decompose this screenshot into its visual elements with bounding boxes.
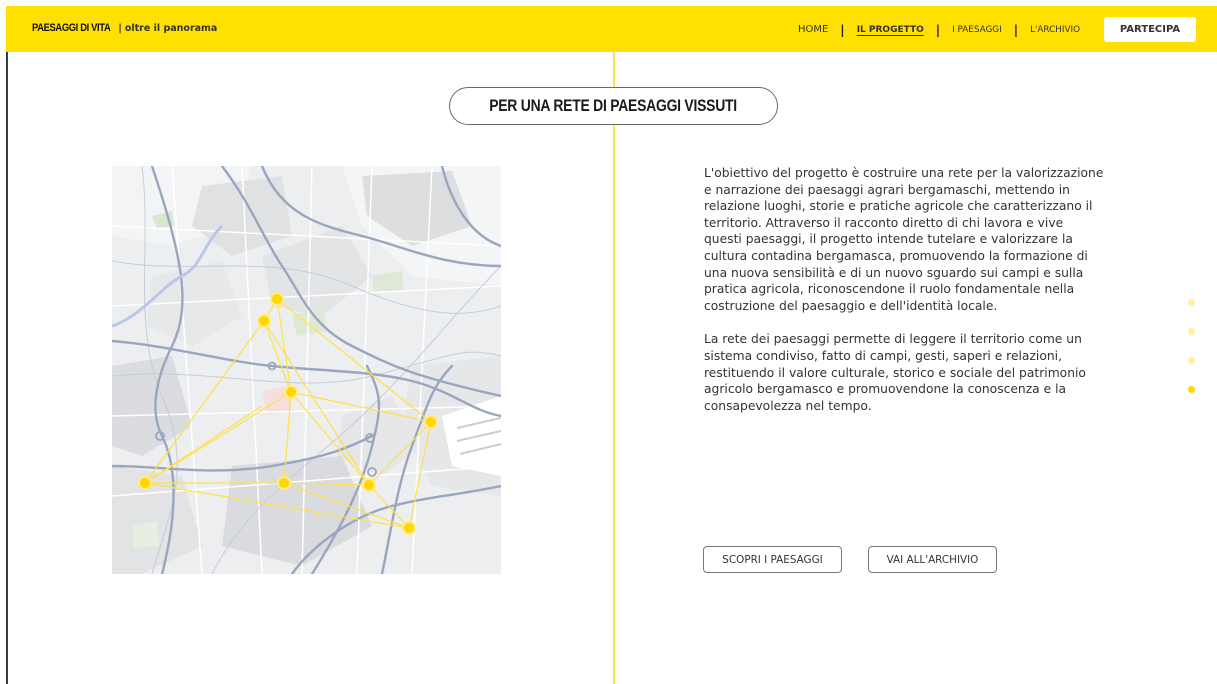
section-title: PER UNA RETE DI PAESAGGI VISSUTI xyxy=(489,96,738,115)
frame-left-border xyxy=(6,52,8,684)
nav-separator: | xyxy=(935,22,941,37)
section-title-pill: PER UNA RETE DI PAESAGGI VISSUTI xyxy=(449,87,778,125)
pager-dot-2[interactable] xyxy=(1188,328,1195,335)
map-node[interactable] xyxy=(362,478,376,492)
description-paragraph-1: L'obiettivo del progetto è costruire una… xyxy=(704,166,1104,313)
site-header: PAESAGGI DI VITA | oltre il panorama HOM… xyxy=(6,6,1217,52)
project-description: L'obiettivo del progetto è costruire una… xyxy=(704,165,1104,431)
map-node[interactable] xyxy=(424,415,438,429)
map-node[interactable] xyxy=(257,314,271,328)
map-node[interactable] xyxy=(284,385,298,399)
brand-name: PAESAGGI DI VITA xyxy=(32,22,111,34)
nav-home[interactable]: HOME xyxy=(798,24,828,35)
pager-dot-4-active[interactable] xyxy=(1188,386,1195,393)
map-node[interactable] xyxy=(402,521,416,535)
nav-separator: | xyxy=(1013,22,1019,37)
map-node[interactable] xyxy=(277,476,291,490)
network-map[interactable] xyxy=(112,166,501,574)
pager-dot-1[interactable] xyxy=(1188,299,1195,306)
map-node[interactable] xyxy=(138,476,152,490)
brand-separator: | xyxy=(118,23,122,34)
brand-tagline: oltre il panorama xyxy=(124,23,218,34)
map-nodes xyxy=(138,292,438,535)
vai-archivio-button[interactable]: VAI ALL'ARCHIVIO xyxy=(868,546,997,573)
map-node[interactable] xyxy=(270,292,284,306)
partecipa-button[interactable]: PARTECIPA xyxy=(1104,17,1196,42)
nav-archivio[interactable]: L'ARCHIVIO xyxy=(1030,25,1080,35)
main-nav: HOME | IL PROGETTO | I PAESAGGI | L'ARCH… xyxy=(798,17,1196,42)
description-paragraph-2: La rete dei paesaggi permette di leggere… xyxy=(704,332,1086,413)
nav-i-paesaggi[interactable]: I PAESAGGI xyxy=(952,25,1002,35)
brand-logo[interactable]: PAESAGGI DI VITA | oltre il panorama xyxy=(32,22,217,34)
scopri-paesaggi-button[interactable]: SCOPRI I PAESAGGI xyxy=(703,546,842,573)
nav-separator: | xyxy=(840,22,845,37)
nav-il-progetto[interactable]: IL PROGETTO xyxy=(857,25,924,35)
pager-dot-3[interactable] xyxy=(1188,357,1195,364)
center-divider xyxy=(613,52,615,684)
